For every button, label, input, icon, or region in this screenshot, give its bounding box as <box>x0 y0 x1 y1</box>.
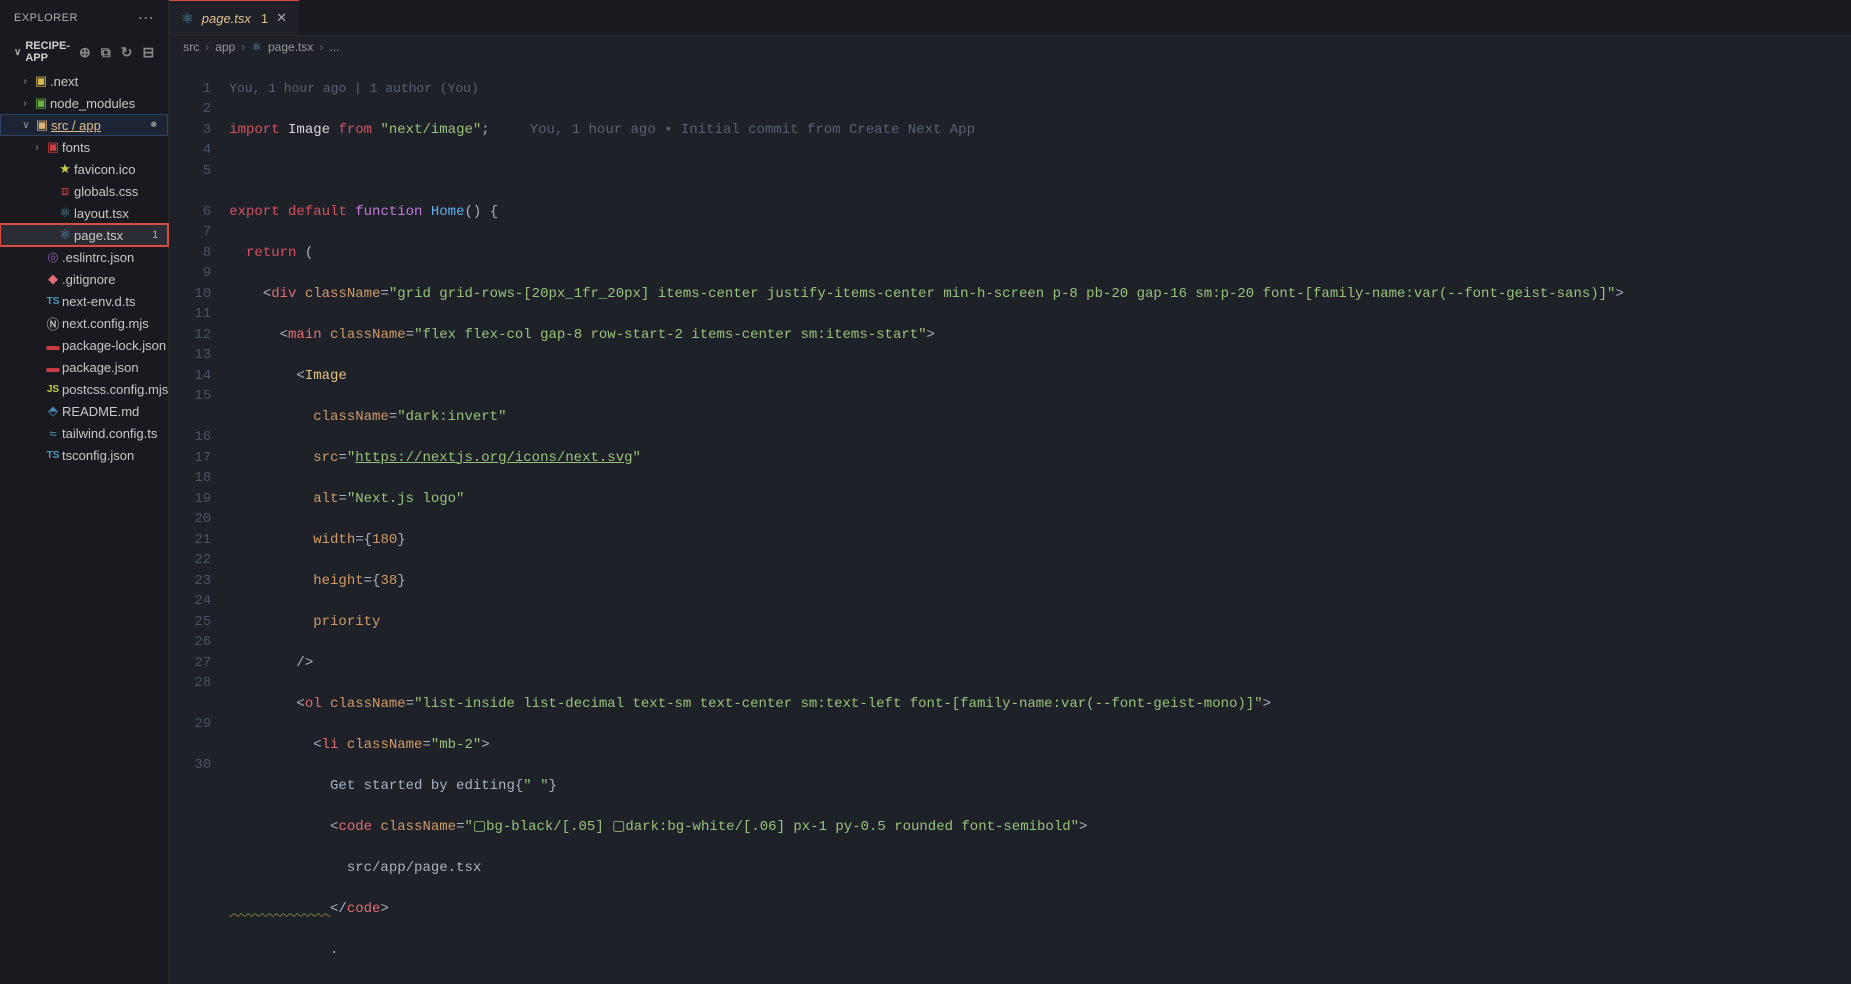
tree-folder-src-app[interactable]: ∨▣src / app• <box>0 114 168 136</box>
folder-icon: ▣ <box>44 139 62 155</box>
breadcrumb-src[interactable]: src <box>183 40 199 54</box>
next-icon: Ⓝ <box>44 314 62 333</box>
new-folder-icon[interactable]: ⧉ <box>101 44 111 61</box>
js-icon: JS <box>44 384 62 395</box>
gitlens-inline-blame: You, 1 hour ago • Initial commit from Cr… <box>530 122 975 138</box>
new-file-icon[interactable]: ⊕ <box>79 44 91 61</box>
project-header[interactable]: ∨ RECIPE-APP ⊕ ⧉ ↻ ⊟ <box>0 36 168 68</box>
npm-icon: ▬ <box>44 360 62 375</box>
tree-folder-node-modules[interactable]: ›▣node_modules <box>0 92 168 114</box>
npm-icon: ▬ <box>44 338 62 353</box>
ts-icon: TS <box>44 450 62 461</box>
tab-bar: ⚛ page.tsx 1 ✕ <box>169 0 1851 36</box>
folder-icon: ▣ <box>32 95 50 111</box>
editor-area: ⚛ page.tsx 1 ✕ src› app› ⚛ page.tsx› ...… <box>169 0 1851 984</box>
code-editor[interactable]: 1 2 3 4 5 6 7 8 9 10 11 12 13 14 15 16 1… <box>169 58 1851 984</box>
react-icon: ⚛ <box>56 227 74 243</box>
tab-modified-badge: 1 <box>261 11 268 26</box>
react-icon: ⚛ <box>181 10 194 27</box>
breadcrumb-more[interactable]: ... <box>329 40 339 54</box>
explorer-sidebar: EXPLORER ⋯ ∨ RECIPE-APP ⊕ ⧉ ↻ ⊟ ›▣.next … <box>0 0 169 984</box>
explorer-more-icon[interactable]: ⋯ <box>138 8 155 28</box>
tree-folder-fonts[interactable]: ›▣fonts <box>0 136 168 158</box>
json-icon: ◎ <box>44 249 62 265</box>
css-icon: ⧈ <box>56 183 74 199</box>
tree-folder-next[interactable]: ›▣.next <box>0 70 168 92</box>
markdown-icon: ⬘ <box>44 403 62 419</box>
breadcrumb-app[interactable]: app <box>215 40 235 54</box>
explorer-header: EXPLORER ⋯ <box>0 0 168 36</box>
gutter: 1 2 3 4 5 6 7 8 9 10 11 12 13 14 15 16 1… <box>169 58 229 984</box>
git-icon: ◆ <box>44 271 62 287</box>
code-content[interactable]: You, 1 hour ago | 1 author (You) import … <box>229 58 1851 984</box>
file-icon: ★ <box>56 161 74 177</box>
breadcrumb-file[interactable]: page.tsx <box>268 40 313 54</box>
tree-file-gitignore[interactable]: ◆.gitignore <box>0 268 168 290</box>
tree-file-postcss[interactable]: JSpostcss.config.mjs <box>0 378 168 400</box>
gitlens-blame: You, 1 hour ago | 1 author (You) <box>229 79 1851 100</box>
react-icon: ⚛ <box>56 205 74 221</box>
tree-file-globals[interactable]: ⧈globals.css <box>0 180 168 202</box>
chevron-down-icon: ∨ <box>14 47 21 58</box>
ts-icon: TS <box>44 296 62 307</box>
close-icon[interactable]: ✕ <box>276 10 287 26</box>
tree-file-eslintrc[interactable]: ◎.eslintrc.json <box>0 246 168 268</box>
collapse-icon[interactable]: ⊟ <box>142 44 154 61</box>
folder-icon: ▣ <box>32 73 50 89</box>
tree-file-pkg[interactable]: ▬package.json <box>0 356 168 378</box>
tree-file-nextenv[interactable]: TSnext-env.d.ts <box>0 290 168 312</box>
tree-file-tsconfig[interactable]: TStsconfig.json <box>0 444 168 466</box>
folder-icon: ▣ <box>33 117 51 133</box>
react-icon: ⚛ <box>251 40 262 54</box>
tab-label: page.tsx <box>202 11 251 26</box>
problem-badge: 1 <box>152 229 158 241</box>
tree-file-nextconfig[interactable]: Ⓝnext.config.mjs <box>0 312 168 334</box>
tree-file-layout[interactable]: ⚛layout.tsx <box>0 202 168 224</box>
tailwind-icon: ≈ <box>44 426 62 441</box>
project-name: RECIPE-APP <box>25 40 79 64</box>
explorer-title: EXPLORER <box>14 12 78 24</box>
breadcrumb[interactable]: src› app› ⚛ page.tsx› ... <box>169 36 1851 58</box>
tree-file-pkglock[interactable]: ▬package-lock.json <box>0 334 168 356</box>
tree-file-favicon[interactable]: ★favicon.ico <box>0 158 168 180</box>
tree-file-readme[interactable]: ⬘README.md <box>0 400 168 422</box>
tab-page-tsx[interactable]: ⚛ page.tsx 1 ✕ <box>169 0 299 35</box>
tree-file-page[interactable]: ⚛page.tsx1 <box>0 224 168 246</box>
tree-file-tailwind[interactable]: ≈tailwind.config.ts <box>0 422 168 444</box>
refresh-icon[interactable]: ↻ <box>121 44 133 61</box>
file-tree: ›▣.next ›▣node_modules ∨▣src / app• ›▣fo… <box>0 68 168 468</box>
